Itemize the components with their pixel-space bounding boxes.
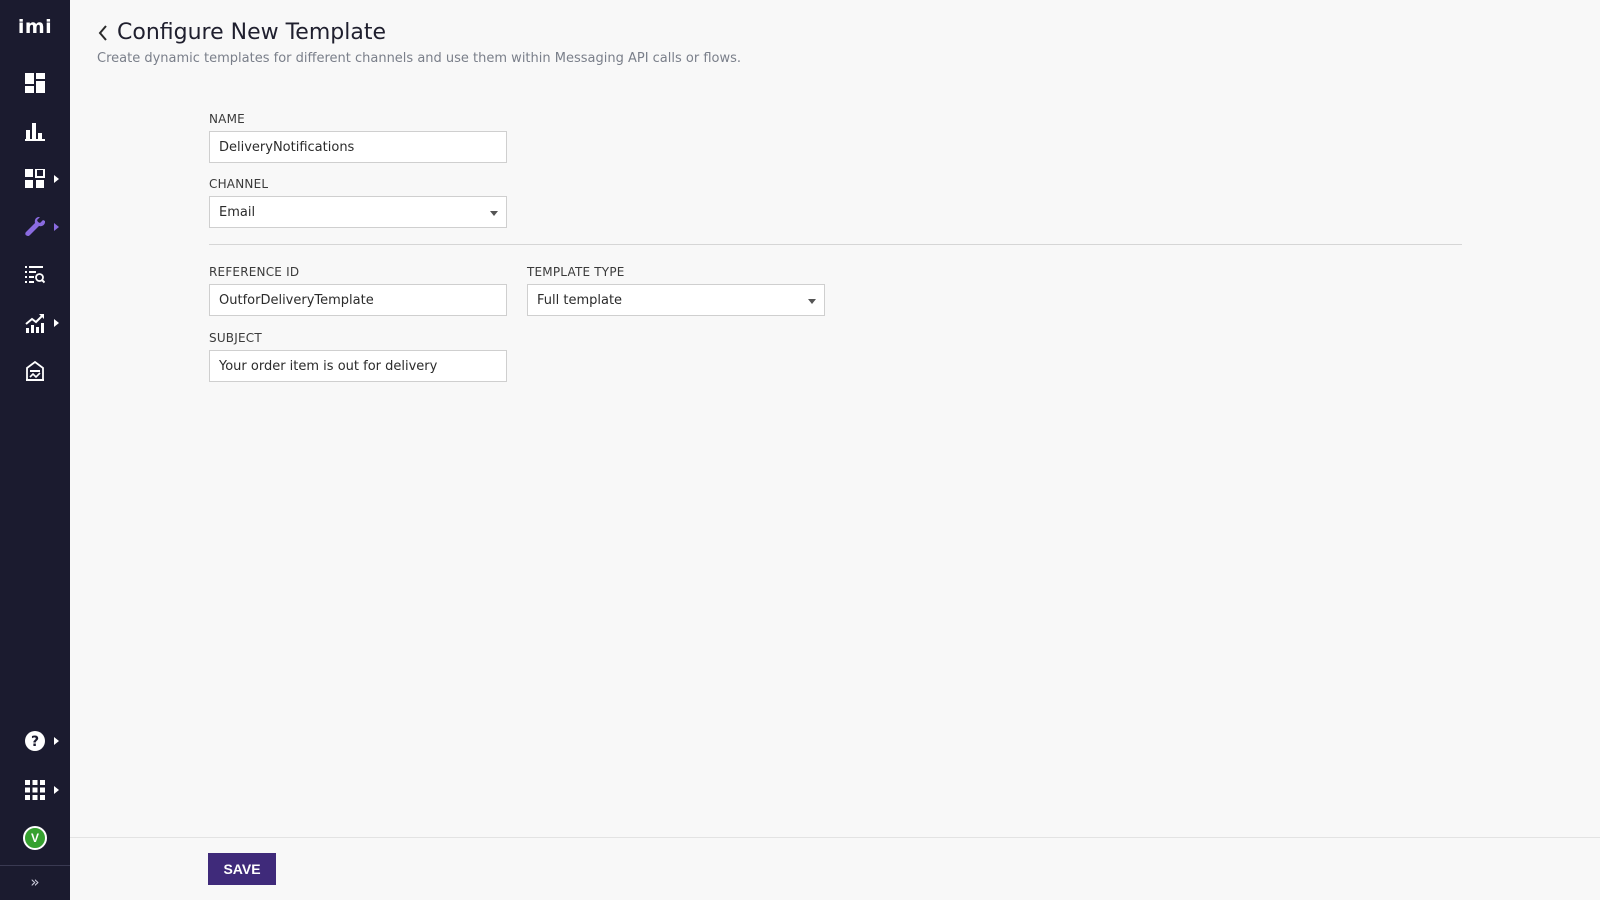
expand-sidebar-button[interactable]: » [0, 870, 70, 894]
help-icon: ? [25, 731, 45, 751]
building-icon [26, 361, 44, 381]
main-content: Configure New Template Create dynamic te… [70, 0, 1600, 900]
sidebar-item-tools[interactable] [0, 207, 70, 247]
section-divider [209, 244, 1462, 245]
back-button[interactable] [94, 22, 112, 44]
channel-select[interactable]: Email [209, 196, 507, 228]
sidebar-item-apps[interactable] [0, 159, 70, 199]
list-search-icon [25, 266, 45, 284]
template-type-select-value: Full template [537, 292, 623, 308]
name-input[interactable] [209, 131, 507, 163]
dropdown-arrow-icon [490, 211, 498, 216]
dropdown-arrow-icon [808, 299, 816, 304]
channel-label: CHANNEL [209, 177, 269, 191]
imi-logo[interactable]: imi [0, 16, 70, 38]
channel-select-value: Email [219, 204, 256, 220]
submenu-caret-icon [54, 786, 59, 794]
save-button[interactable]: SAVE [208, 853, 276, 885]
sidebar-item-dashboard[interactable] [0, 63, 70, 103]
chevron-left-icon [98, 25, 107, 41]
submenu-caret-icon [54, 319, 59, 327]
sidebar-item-help[interactable]: ? [0, 721, 70, 761]
reference-id-label: REFERENCE ID [209, 265, 300, 279]
svg-text:?: ? [31, 734, 39, 750]
wrench-icon [25, 217, 45, 237]
submenu-caret-icon [54, 175, 59, 183]
template-type-label: TEMPLATE TYPE [527, 265, 625, 279]
dashboard-icon [25, 73, 45, 93]
page-title: Configure New Template [117, 20, 386, 45]
sidebar-item-store[interactable] [0, 351, 70, 391]
footer-divider [70, 837, 1600, 838]
subject-input[interactable] [209, 350, 507, 382]
reference-id-input[interactable] [209, 284, 507, 316]
trend-chart-icon [25, 314, 44, 333]
bar-chart-icon [25, 123, 45, 141]
app-launcher-icon [25, 780, 45, 800]
submenu-caret-icon [54, 737, 59, 745]
name-label: NAME [209, 112, 245, 126]
sidebar-divider [0, 865, 70, 866]
sidebar-item-app-launcher[interactable] [0, 770, 70, 810]
sidebar-item-logs[interactable] [0, 255, 70, 295]
template-type-select[interactable]: Full template [527, 284, 825, 316]
submenu-caret-icon [54, 223, 59, 231]
avatar[interactable]: V [23, 826, 47, 850]
apps-grid-icon [25, 169, 45, 188]
subject-label: SUBJECT [209, 331, 262, 345]
sidebar: imi ? V » [0, 0, 70, 900]
page-subtitle: Create dynamic templates for different c… [97, 51, 742, 66]
user-menu[interactable]: V [0, 822, 70, 854]
sidebar-item-analytics[interactable] [0, 111, 70, 151]
sidebar-item-reports[interactable] [0, 303, 70, 343]
